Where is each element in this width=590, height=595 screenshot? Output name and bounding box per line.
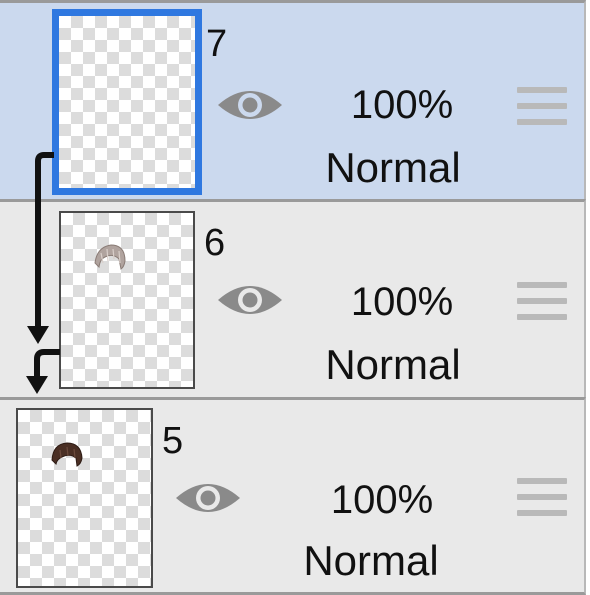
layer-opacity[interactable]: 100% [302,480,462,520]
layer-number: 6 [204,222,226,264]
layer-number: 5 [162,420,184,462]
layer-thumbnail-5[interactable] [16,408,153,588]
layer-blend-mode[interactable]: Normal [293,344,493,386]
layer-thumbnail-6[interactable] [59,211,195,389]
drag-handle-icon[interactable] [517,87,567,129]
drag-handle-icon[interactable] [517,478,567,520]
layer-thumbnail-7[interactable] [52,9,202,195]
eye-icon[interactable] [216,278,284,322]
layer-blend-mode[interactable]: Normal [293,147,493,189]
layer-row-7[interactable]: 7 100% Normal [0,0,586,202]
layers-panel: 7 100% Normal 6 100% Normal 5 100% Norma… [0,0,590,595]
eye-icon[interactable] [174,476,242,520]
layer-row-5[interactable]: 5 100% Normal [0,397,586,595]
hair-sketch-image [94,244,126,270]
layer-number: 7 [206,23,228,65]
eye-icon[interactable] [216,83,284,127]
layer-blend-mode[interactable]: Normal [271,540,471,582]
layer-row-6[interactable]: 6 100% Normal [0,199,586,400]
hair-image [51,442,83,467]
layer-opacity[interactable]: 100% [322,282,482,322]
drag-handle-icon[interactable] [517,282,567,324]
layer-opacity[interactable]: 100% [322,85,482,125]
